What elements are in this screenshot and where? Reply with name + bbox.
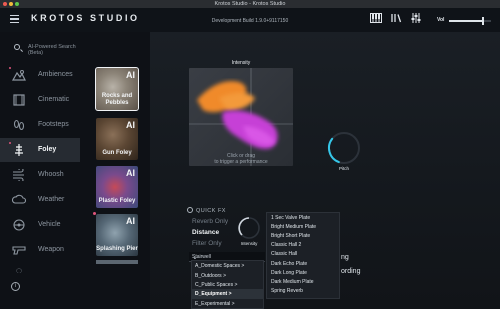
performance-pad[interactable] [189,68,293,166]
vehicle-icon [12,219,26,231]
menu-item-experimental[interactable]: E_Experimental > [195,301,235,307]
preset-card-plastic-foley[interactable]: AI Plastic Foley [96,166,138,208]
sidebar-item-weapon[interactable]: Weapon [0,238,80,262]
intensity-label: Intensity [240,241,258,246]
preset-title: Splashing Pier [96,246,138,252]
ai-badge: AI [126,168,135,178]
footsteps-icon [12,119,26,131]
minimize-window-button[interactable] [9,2,13,6]
volume-handle[interactable] [481,17,484,25]
new-indicator-dot [9,142,11,144]
menu-item-outdoors[interactable]: B_Outdoors > [195,273,226,279]
space-category-menu: A_Domestic Spaces > B_Outdoors > C_Publi… [191,260,264,309]
sidebar-item-label: Ambiences [38,71,73,78]
search-icon [14,44,20,50]
menu-item-public-spaces[interactable]: C_Public Spaces > [195,282,237,288]
pad-title: Intensity [231,60,251,66]
volume-label: Vol [437,17,445,23]
intensity-knob[interactable] [237,216,261,240]
sidebar-item-weather[interactable]: Weather [0,188,80,212]
search-placeholder: AI-Powered Search (Beta) [28,44,76,56]
preset-card-partial[interactable] [96,260,138,264]
preset-card-rocks-and-pebbles[interactable]: AI Rocks and Pebbles [95,67,139,111]
menu-item-reverb[interactable]: 1 Sec Valve Plate [271,215,310,221]
sidebar-item-partial[interactable]: ◌ [0,263,80,273]
quick-fx-header: QUICK FX [187,207,226,214]
close-window-button[interactable] [3,2,7,6]
menu-item-reverb[interactable]: Dark Echo Plate [271,261,307,267]
preset-title: Plastic Foley [98,198,136,204]
app-header: KROTOS STUDIO Development Build 1.9.0+91… [0,8,500,32]
whoosh-icon [12,167,26,183]
foley-icon [12,144,26,156]
sidebar-item-label: Foley [38,146,57,153]
ai-badge: AI [126,70,135,80]
sidebar-item-footsteps[interactable]: Footsteps [0,113,80,137]
window-titlebar: Krotos Studio - Krotos Studio [0,0,500,8]
preset-card-gun-foley[interactable]: AI Gun Foley [96,118,138,160]
pitch-knob[interactable] [326,130,362,166]
zoom-window-button[interactable] [15,2,19,6]
volume-fill [449,20,483,22]
search-field[interactable]: AI-Powered Search (Beta) [12,43,84,56]
pad-hint-line2: to trigger a performance [214,159,268,165]
preset-thumbnails: AI Rocks and Pebbles AI Gun Foley AI Pla… [90,32,150,309]
weapon-icon [12,244,26,256]
window-title: Krotos Studio - Krotos Studio [214,1,286,7]
sidebar-item-cinematic[interactable]: Cinematic [0,88,80,112]
sidebar-item-label: Weather [38,196,65,203]
weather-icon [11,194,27,206]
menu-item-reverb[interactable]: Dark Medium Plate [271,279,314,285]
sidebar-item-label: Whoosh [38,171,64,178]
fx-option-distance[interactable]: Distance [192,229,219,236]
category-sidebar: AI-Powered Search (Beta) Ambiences Cinem… [0,32,88,309]
sidebar-item-label: Footsteps [38,121,69,128]
mixer-sliders-icon[interactable] [410,13,422,23]
sidebar-item-label: Vehicle [38,221,61,228]
film-icon [12,94,26,106]
preset-title: Gun Foley [102,150,132,156]
volume-slider[interactable] [449,17,491,25]
sidebar-item-label: Cinematic [38,96,70,103]
build-version: Development Build 1.9.0+9117150 [211,18,289,24]
sidebar-item-whoosh[interactable]: Whoosh [0,163,80,187]
new-indicator-dot [93,212,96,215]
menu-item-reverb[interactable]: Classic Hall [271,251,297,257]
fx-option-filter-only[interactable]: Filter Only [192,240,222,247]
pad-visualization [189,68,293,166]
sidebar-item-ambiences[interactable]: Ambiences [0,63,80,87]
ai-badge: AI [126,216,135,226]
partial-label: ng [341,254,349,261]
sidebar-item-foley[interactable]: Foley [0,138,80,162]
preset-card-splashing-pier[interactable]: AI Splashing Pier [93,212,138,256]
piano-keys-icon[interactable] [370,13,382,23]
fx-option-reverb-only[interactable]: Reverb Only [192,218,228,225]
quick-fx-title: QUICK FX [196,208,226,214]
pad-hint: Click or drag to trigger a performance [189,153,293,165]
new-indicator-dot [9,67,11,69]
preset-title: Rocks and Pebbles [101,93,133,106]
library-icon[interactable] [390,13,402,23]
pitch-label: Pitch [338,166,349,171]
sidebar-item-label: Weapon [38,246,64,253]
menu-item-reverb[interactable]: Spring Reverb [271,288,303,294]
ai-badge: AI [126,120,135,130]
category-icon: ◌ [15,265,23,273]
ambience-icon [11,69,26,81]
power-icon[interactable] [187,207,193,213]
sidebar-item-vehicle[interactable]: Vehicle [0,213,80,237]
menu-item-reverb[interactable]: Bright Short Plate [271,233,310,239]
menu-item-domestic-spaces[interactable]: A_Domestic Spaces > [195,263,244,269]
info-icon[interactable]: i [11,282,20,291]
menu-item-reverb[interactable]: Classic Hall 2 [271,242,301,248]
menu-item-equipment[interactable]: D_Equipment > [195,291,232,297]
menu-item-reverb[interactable]: Dark Long Plate [271,270,307,276]
partial-recording-label: ording [341,268,361,275]
menu-item-reverb[interactable]: Bright Medium Plate [271,224,316,230]
reverb-preset-menu: 1 Sec Valve Plate Bright Medium Plate Br… [266,212,340,299]
